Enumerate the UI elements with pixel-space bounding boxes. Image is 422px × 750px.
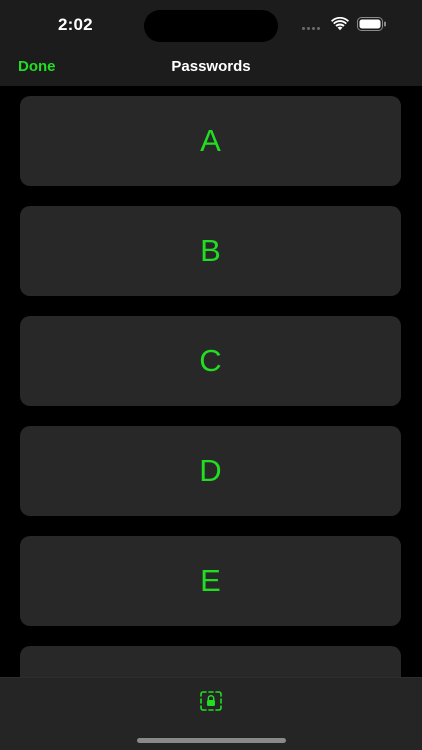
wifi-icon: [331, 17, 349, 31]
password-list[interactable]: A B C D E: [0, 86, 422, 678]
list-item[interactable]: C: [20, 316, 401, 406]
list-item[interactable]: [20, 646, 401, 678]
battery-icon: [357, 17, 386, 31]
status-bar: 2:02: [0, 0, 422, 52]
list-item[interactable]: E: [20, 536, 401, 626]
page-title: Passwords: [171, 58, 251, 75]
list-item[interactable]: A: [20, 96, 401, 186]
passwords-screen: 2:02 Done Passwords A B C D E: [0, 0, 422, 750]
top-area: 2:02 Done Passwords: [0, 0, 422, 86]
list-item-label: A: [200, 123, 221, 158]
list-item-label: E: [200, 563, 221, 598]
home-indicator: [137, 738, 286, 743]
list-item[interactable]: B: [20, 206, 401, 296]
list-item-label: D: [199, 453, 222, 488]
list-item[interactable]: D: [20, 426, 401, 516]
cellular-signal-icon: [302, 27, 324, 31]
lock-screen-icon[interactable]: [199, 690, 223, 712]
dynamic-island: [144, 10, 278, 42]
status-time: 2:02: [58, 15, 93, 34]
tab-bar: [0, 677, 422, 750]
list-item-label: C: [199, 343, 222, 378]
list-item-label: B: [200, 233, 221, 268]
navigation-bar: Done Passwords: [0, 52, 422, 86]
